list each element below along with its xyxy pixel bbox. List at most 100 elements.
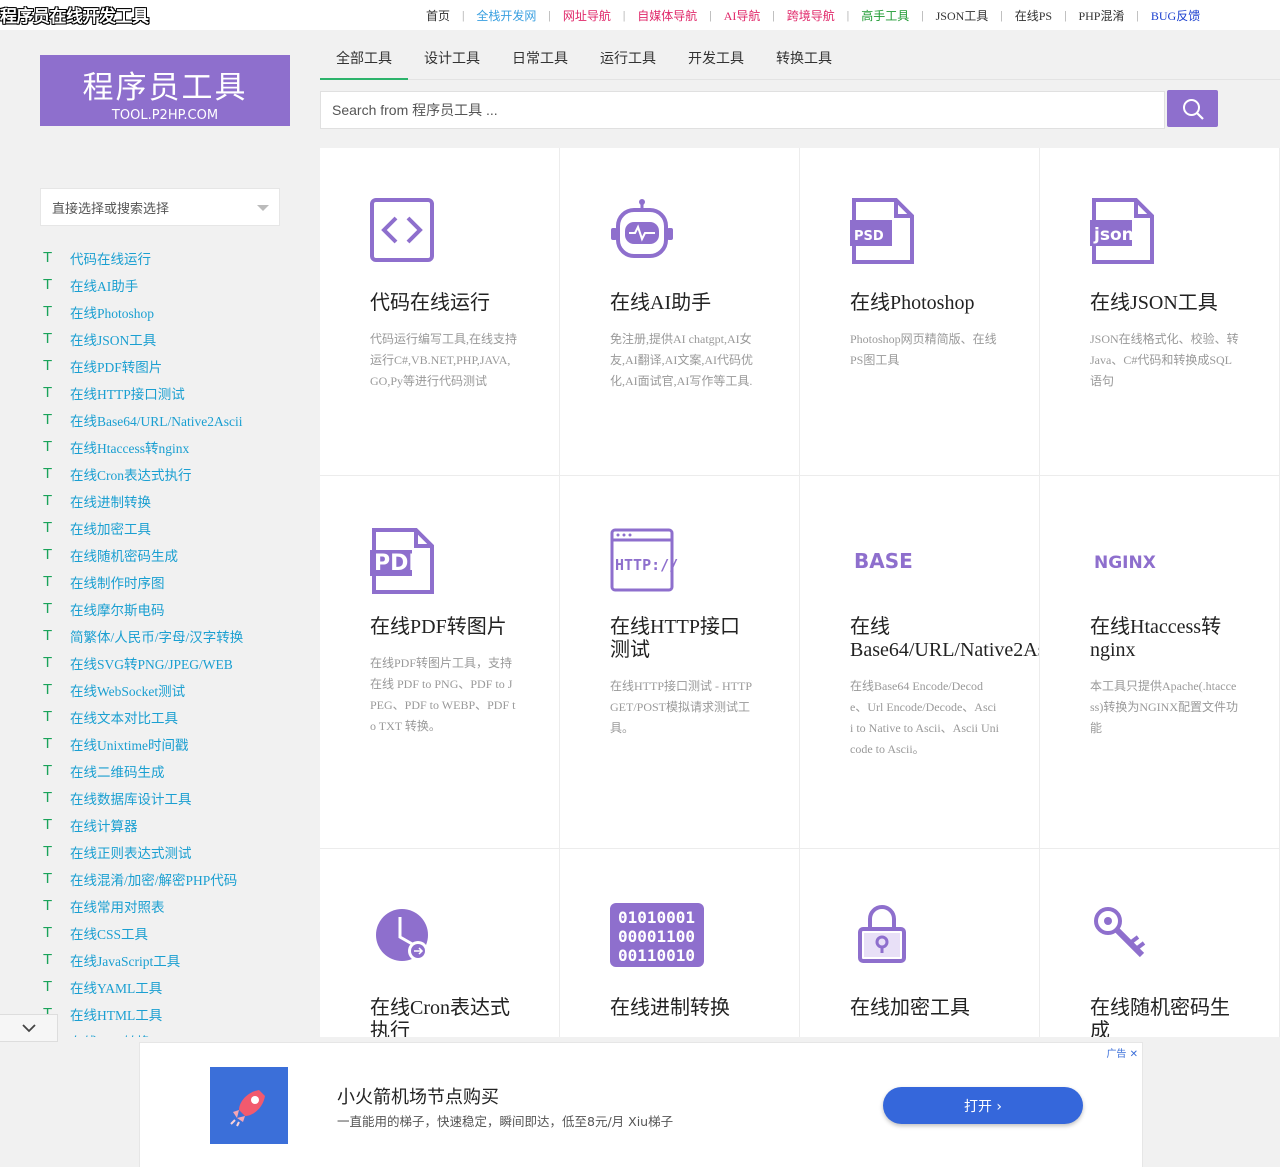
topnav-link[interactable]: JSON工具 (928, 7, 997, 24)
sidebar-item[interactable]: T 在线HTTP接口测试 (40, 379, 300, 406)
sidebar-item[interactable]: T 在线PDF转图片 (40, 352, 300, 379)
sidebar-item[interactable]: T 在线数据库设计工具 (40, 784, 300, 811)
sidebar-item[interactable]: T在线CSV转换 (40, 1027, 300, 1037)
sidebar-item[interactable]: T 在线Base64/URL/Native2Ascii (40, 406, 300, 433)
sidebar-item[interactable]: T 代码在线运行 (40, 244, 300, 271)
sidebar-item[interactable]: T 在线进制转换 (40, 487, 300, 514)
sidebar-item[interactable]: T 在线常用对照表 (40, 892, 300, 919)
sidebar-item[interactable]: T 在线摩尔斯电码 (40, 595, 300, 622)
topnav-link[interactable]: 在线PS (1007, 7, 1060, 24)
sidebar-item[interactable]: T在线HTML工具 (40, 1000, 300, 1027)
sidebar-item-label: 在线Base64/URL/Native2Ascii (70, 413, 243, 429)
tab-3[interactable]: 运行工具 (584, 43, 672, 80)
tool-card[interactable]: 在线Cron表达式执行 (320, 849, 560, 1037)
text-tool-icon: T (43, 303, 53, 320)
sidebar-item-label: 在线计算器 (70, 818, 138, 834)
sidebar-item[interactable]: T 在线AI助手 (40, 271, 300, 298)
sidebar-item-label: 在线制作时序图 (70, 575, 165, 591)
tool-card[interactable]: 在线随机密码生成 (1040, 849, 1280, 1037)
sidebar-item-label: 在线JavaScript工具 (70, 953, 181, 969)
sidebar-item-label: 在线混淆/加密/解密PHP代码 (70, 872, 238, 888)
search-button[interactable] (1167, 90, 1218, 127)
ad-banner[interactable]: 广告 ✕ 小火箭机场节点购买 一直能用的梯子，快速稳定，瞬间即达，低至8元/月 … (139, 1042, 1143, 1167)
sidebar-item[interactable]: T 在线WebSocket测试 (40, 676, 300, 703)
tool-card[interactable]: 01010001 00001100 00110010 在线进制转换 (560, 849, 800, 1037)
ad-open-button[interactable]: 打开 › (883, 1087, 1083, 1124)
sidebar-item[interactable]: T 简繁体/人民币/字母/汉字转换 (40, 622, 300, 649)
topnav-item: BUG反馈 (1143, 7, 1208, 24)
sidebar-item-label: 代码在线运行 (70, 251, 151, 267)
sidebar-item[interactable]: T 在线SVG转PNG/JPEG/WEB (40, 649, 300, 676)
topnav-link[interactable]: 网址导航 (555, 7, 619, 24)
text-tool-icon: T (43, 789, 53, 806)
nginx-icon: NGINX (1094, 553, 1156, 573)
json-file-icon: json (1090, 198, 1154, 264)
topnav-item: 在线PS | (1007, 7, 1071, 24)
topnav-link[interactable]: 跨境导航 (779, 7, 843, 24)
site-brand[interactable]: 程序员在线开发工具 (0, 2, 149, 27)
topnav-link[interactable]: 自媒体导航 (629, 7, 705, 24)
base-icon: BASE (854, 549, 913, 573)
tool-card[interactable]: 在线加密工具 (800, 849, 1040, 1037)
sidebar-item-label: 在线AI助手 (70, 278, 139, 294)
sidebar-item-label: 在线PDF转图片 (70, 359, 163, 375)
tool-card[interactable]: NGINX 在线Htaccess转nginx 本工具只提供Apache(.htacc… (1040, 476, 1280, 849)
text-tool-icon: T (43, 897, 53, 914)
ad-description: 一直能用的梯子，快速稳定，瞬间即达，低至8元/月 Xiu梯子 (337, 1114, 674, 1129)
tab-0[interactable]: 全部工具 (320, 43, 408, 80)
tab-5[interactable]: 转换工具 (760, 43, 848, 80)
tool-card-icon (370, 903, 519, 969)
topnav-link[interactable]: 首页 (418, 7, 458, 24)
tool-card[interactable]: HTTP:// 在线HTTP接口测试 在线HTTP接口测试 - HTTP GET/P… (560, 476, 800, 849)
svg-text:BASE: BASE (854, 549, 913, 573)
sidebar-item[interactable]: T 在线Cron表达式执行 (40, 460, 300, 487)
topnav-link[interactable]: 高手工具 (853, 7, 917, 24)
tab-1[interactable]: 设计工具 (408, 43, 496, 80)
sidebar-item[interactable]: T 在线随机密码生成 (40, 541, 300, 568)
tab-2[interactable]: 日常工具 (496, 43, 584, 80)
sidebar-item[interactable]: T 在线二维码生成 (40, 757, 300, 784)
sidebar-item[interactable]: T 在线制作时序图 (40, 568, 300, 595)
svg-text:00110010: 00110010 (618, 946, 695, 965)
sidebar-item[interactable]: T 在线文本对比工具 (40, 703, 300, 730)
sidebar-item[interactable]: T 在线正则表达式测试 (40, 838, 300, 865)
topnav-link[interactable]: PHP混淆 (1070, 7, 1132, 24)
sidebar-item[interactable]: T 在线JSON工具 (40, 325, 300, 352)
tool-card-title: 在线JSON工具 (1090, 292, 1218, 314)
collapse-toggle[interactable] (0, 1014, 58, 1042)
tool-card[interactable]: json 在线JSON工具 JSON在线格式化、校验、转Java、C#代码和转换成S… (1040, 148, 1280, 476)
tool-card[interactable]: PDF 在线PDF转图片 在线PDF转图片工具，支持在线 PDF to PNG、PD… (320, 476, 560, 849)
search-input[interactable] (320, 91, 1165, 129)
sidebar-item-label: 在线正则表达式测试 (70, 845, 192, 861)
tool-card[interactable]: BASE 在线Base64/URL/Native2Ascii 在线Base64 En… (800, 476, 1040, 849)
tab-4[interactable]: 开发工具 (672, 43, 760, 80)
tool-card-description: 在线HTTP接口测试 - HTTP GET/POST模拟请求测试工具。 (610, 679, 752, 735)
search-icon (1182, 98, 1204, 120)
sidebar-item[interactable]: T 在线JavaScript工具 (40, 946, 300, 973)
tool-card[interactable]: PSD 在线Photoshop Photoshop网页精简版、在线PS图工具 (800, 148, 1040, 476)
site-logo[interactable]: 程序员工具 TOOL.P2HP.COM (40, 55, 290, 126)
tool-select-dropdown[interactable]: 直接选择或搜索选择 (40, 188, 280, 226)
tool-card[interactable]: 在线AI助手 免注册,提供AI chatgpt,AI女友,AI翻译,AI文案,AI… (560, 148, 800, 476)
sidebar-item[interactable]: T 在线YAML工具 (40, 973, 300, 1000)
sidebar-item[interactable]: T 在线CSS工具 (40, 919, 300, 946)
text-tool-icon: T (43, 735, 53, 752)
tool-card[interactable]: 代码在线运行 代码运行编写工具,在线支持运行C#,VB.NET,PHP,JAVA,… (320, 148, 560, 476)
sidebar-item[interactable]: T 在线混淆/加密/解密PHP代码 (40, 865, 300, 892)
top-bar: 程序员在线开发工具 首页 | 全栈开发网 | 网址导航 | 自媒体导航 | AI导航 | 跨境导航 |… (0, 0, 1280, 30)
sidebar-item[interactable]: T 在线Htaccess转nginx (40, 433, 300, 460)
topnav-link[interactable]: AI导航 (716, 7, 769, 24)
sidebar-tool-list: T 代码在线运行 T 在线AI助手 T 在线Photoshop T 在线JSON工具 T 在线PD… (40, 244, 300, 1037)
text-tool-icon: T (43, 708, 53, 725)
sidebar-item[interactable]: T 在线Unixtime时间戳 (40, 730, 300, 757)
topnav-link[interactable]: 全栈开发网 (468, 7, 544, 24)
ad-tag[interactable]: 广告 ✕ (1106, 1045, 1138, 1060)
sidebar-item[interactable]: T 在线加密工具 (40, 514, 300, 541)
text-tool-icon: T (43, 951, 53, 968)
topnav-link[interactable]: BUG反馈 (1143, 7, 1208, 24)
sidebar-item[interactable]: T 在线计算器 (40, 811, 300, 838)
sidebar-item-label: 在线SVG转PNG/JPEG/WEB (70, 656, 233, 672)
sidebar-item[interactable]: T 在线Photoshop (40, 298, 300, 325)
topnav-item: PHP混淆 | (1070, 7, 1142, 24)
text-tool-icon: T (43, 438, 53, 455)
